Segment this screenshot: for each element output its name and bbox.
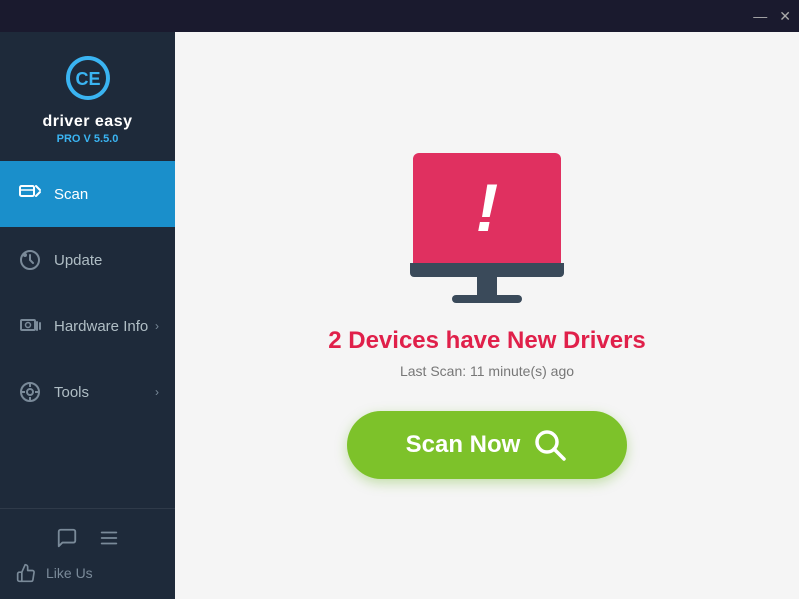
close-button[interactable]: ✕ xyxy=(779,9,791,23)
app-body: CE driver easy PRO V 5.5.0 Scan xyxy=(0,32,799,599)
like-us-label: Like Us xyxy=(46,565,93,581)
sidebar-nav: Scan Update xyxy=(0,161,175,508)
last-scan-text: Last Scan: 11 minute(s) ago xyxy=(400,363,574,379)
tools-arrow-icon: › xyxy=(155,385,159,399)
scan-now-button[interactable]: Scan Now xyxy=(347,411,627,479)
title-bar: — ✕ xyxy=(0,0,799,32)
update-icon xyxy=(16,246,44,274)
monitor-bezel xyxy=(410,263,564,277)
sidebar-item-scan[interactable]: Scan xyxy=(0,161,175,227)
main-content: ! 2 Devices have New Drivers Last Scan: … xyxy=(175,32,799,599)
search-icon xyxy=(532,427,568,463)
list-icon[interactable] xyxy=(98,527,120,549)
sidebar-item-update-label: Update xyxy=(54,252,159,269)
sidebar-item-tools[interactable]: Tools › xyxy=(0,359,175,425)
hardware-info-arrow-icon: › xyxy=(155,319,159,333)
chat-icon[interactable] xyxy=(56,527,78,549)
scan-now-label: Scan Now xyxy=(406,431,521,459)
monitor-neck xyxy=(477,277,497,295)
exclamation-mark: ! xyxy=(476,174,499,242)
sidebar-header: CE driver easy PRO V 5.5.0 xyxy=(0,32,175,161)
monitor-illustration: ! xyxy=(410,153,564,303)
sidebar: CE driver easy PRO V 5.5.0 Scan xyxy=(0,32,175,599)
like-us-item[interactable]: Like Us xyxy=(0,557,175,589)
monitor-stand xyxy=(452,295,522,303)
app-logo: CE xyxy=(60,50,116,106)
monitor-screen: ! xyxy=(413,153,561,263)
svg-text:CE: CE xyxy=(75,69,100,89)
sidebar-item-hardware-info-label: Hardware Info xyxy=(54,318,155,335)
hardware-info-icon xyxy=(16,312,44,340)
sidebar-item-update[interactable]: Update xyxy=(0,227,175,293)
app-name: driver easy xyxy=(42,112,132,131)
sidebar-item-hardware-info[interactable]: Hardware Info › xyxy=(0,293,175,359)
scan-icon xyxy=(16,180,44,208)
sidebar-item-scan-label: Scan xyxy=(54,186,159,203)
minimize-button[interactable]: — xyxy=(753,9,767,23)
tools-icon xyxy=(16,378,44,406)
bottom-icons-row xyxy=(0,519,175,557)
app-version: PRO V 5.5.0 xyxy=(57,133,119,145)
sidebar-item-tools-label: Tools xyxy=(54,384,155,401)
devices-title: 2 Devices have New Drivers xyxy=(328,327,646,355)
sidebar-bottom: Like Us xyxy=(0,508,175,599)
title-bar-controls: — ✕ xyxy=(753,9,791,23)
